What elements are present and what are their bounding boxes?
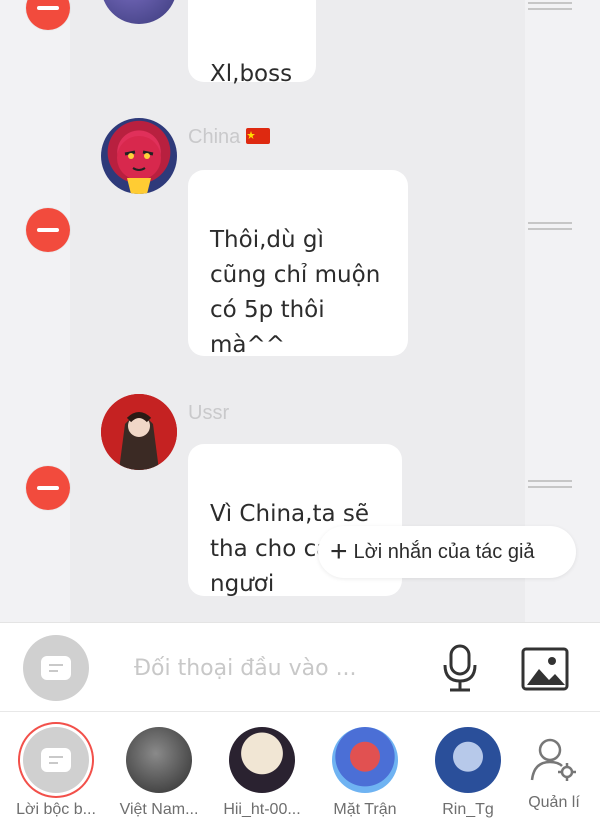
dialog-bubble-icon bbox=[41, 748, 71, 772]
chat-area: Xl,boss China Thôi,dù gì cũng chỉ muộn c… bbox=[0, 0, 600, 622]
message-bubble: Xl,boss bbox=[188, 0, 316, 87]
delete-message-button[interactable] bbox=[26, 466, 70, 510]
avatar-art bbox=[101, 394, 177, 470]
sender-name-text: China bbox=[188, 126, 241, 148]
sender-name: China bbox=[188, 126, 270, 149]
image-upload-button[interactable] bbox=[521, 647, 569, 691]
microphone-icon bbox=[443, 644, 477, 692]
message-text: Xl,boss bbox=[210, 61, 293, 87]
sender-name: Ussr bbox=[188, 402, 229, 425]
character-narrator[interactable]: Lời bộc b... bbox=[13, 727, 99, 819]
sender-name-text: Ussr bbox=[188, 402, 230, 424]
character-rin[interactable]: Rin_Tg bbox=[425, 727, 511, 819]
user-settings-icon bbox=[530, 738, 576, 781]
avatar bbox=[101, 118, 177, 194]
dialog-input[interactable] bbox=[120, 645, 436, 691]
avatar-art bbox=[117, 136, 161, 194]
character-hii[interactable]: Hii_ht-00... bbox=[219, 727, 305, 819]
character-label: Rin_Tg bbox=[442, 801, 494, 818]
drag-handle[interactable] bbox=[528, 2, 572, 16]
character-viet-nam[interactable]: Việt Nam... bbox=[116, 727, 202, 819]
character-bar: Lời bộc b... Việt Nam... Hii_ht-00... Mặ… bbox=[0, 712, 600, 832]
character-label: Việt Nam... bbox=[119, 801, 199, 818]
avatar bbox=[126, 727, 192, 793]
avatar bbox=[229, 727, 295, 793]
china-flag-icon bbox=[245, 128, 270, 144]
input-bar bbox=[0, 622, 600, 712]
manage-label: Quản lí bbox=[528, 794, 580, 811]
avatar bbox=[435, 727, 501, 793]
delete-message-button[interactable] bbox=[26, 0, 70, 30]
message-text: Thôi,dù gì cũng chỉ muộn có 5p thôi mà^^ bbox=[210, 227, 381, 358]
author-note-label: Lời nhắn của tác giả bbox=[353, 540, 535, 563]
character-mat-tran[interactable]: Mặt Trận bbox=[322, 727, 408, 819]
character-label: Hii_ht-00... bbox=[223, 801, 301, 818]
avatar bbox=[101, 394, 177, 470]
character-label: Mặt Trận bbox=[333, 801, 397, 818]
character-label: Lời bộc b... bbox=[16, 801, 96, 818]
microphone-button[interactable] bbox=[438, 643, 482, 693]
drag-handle[interactable] bbox=[528, 222, 572, 236]
delete-message-button[interactable] bbox=[26, 208, 70, 252]
author-note-button[interactable]: + Lời nhắn của tác giả bbox=[318, 526, 576, 578]
dialog-bubble-icon bbox=[41, 656, 71, 680]
drag-handle[interactable] bbox=[528, 480, 572, 494]
dialog-type-button[interactable] bbox=[23, 635, 89, 701]
avatar bbox=[332, 727, 398, 793]
manage-characters-button[interactable]: Quản lí bbox=[519, 736, 589, 812]
image-icon bbox=[521, 647, 569, 691]
plus-icon: + bbox=[330, 535, 348, 568]
avatar bbox=[23, 727, 89, 793]
message-bubble: Thôi,dù gì cũng chỉ muộn có 5p thôi mà^^ bbox=[188, 170, 408, 358]
